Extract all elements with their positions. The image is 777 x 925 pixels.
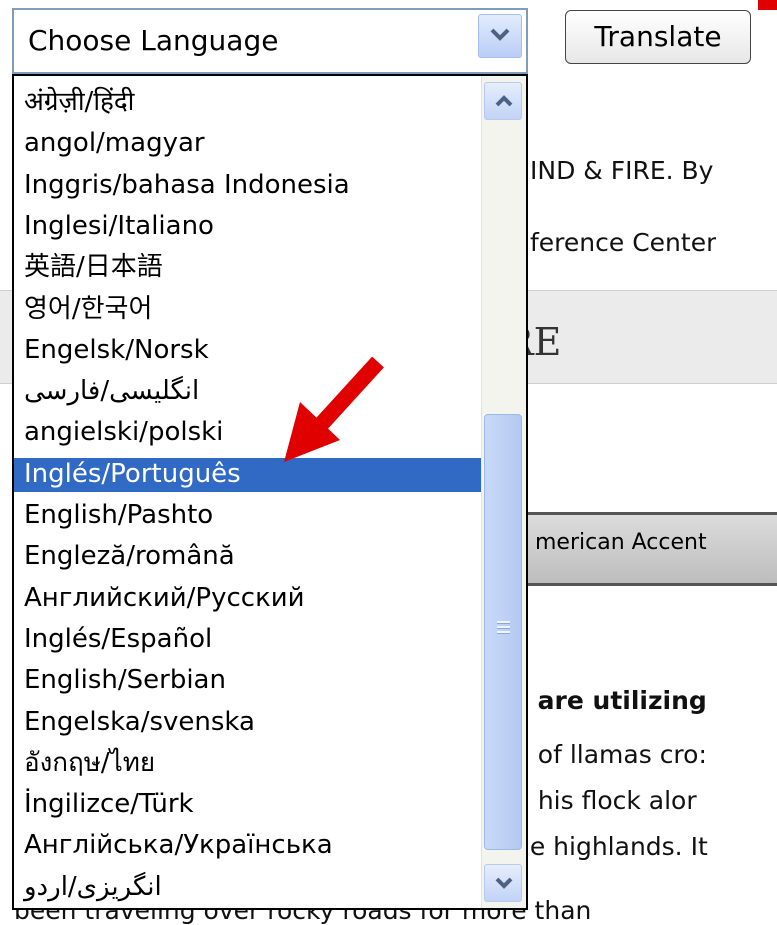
language-option[interactable]: Inglesi/Italiano: [14, 210, 484, 244]
language-option[interactable]: Inglés/Português: [14, 458, 484, 492]
page-text-line: IND & FIRE. By: [530, 156, 714, 185]
language-option[interactable]: 英語/日本語: [14, 251, 484, 285]
language-option[interactable]: انگلیسی/فارسی: [14, 375, 484, 409]
language-option[interactable]: angol/magyar: [14, 127, 484, 161]
language-option[interactable]: İngilizce/Türk: [14, 788, 484, 822]
language-option[interactable]: अंग्रेज़ी/हिंदी: [14, 86, 484, 120]
page-body-line: he highlands. It: [514, 832, 708, 861]
language-option[interactable]: Engelska/svenska: [14, 706, 484, 740]
page-bold-text: e are utilizing: [512, 686, 707, 715]
language-select-value: Choose Language: [28, 24, 279, 57]
language-option[interactable]: Английский/Русский: [14, 582, 484, 616]
language-option[interactable]: English/Pashto: [14, 499, 484, 533]
language-dropdown-list[interactable]: अंग्रेज़ी/हिंदी angol/magyar Inggris/bahas…: [12, 74, 528, 910]
translate-button[interactable]: Translate: [565, 10, 751, 64]
language-option[interactable]: Engleză/română: [14, 540, 484, 574]
grip-icon: [497, 621, 510, 635]
page-body-line: n of llamas cro:: [514, 740, 707, 769]
red-arrow-icon: [284, 356, 384, 462]
language-option[interactable]: انگریزی/اردو: [14, 871, 484, 905]
language-option[interactable]: Engelsk/Norsk: [14, 334, 484, 368]
page-text-line: ference Center: [530, 228, 717, 257]
language-option[interactable]: 영어/한국어: [14, 293, 484, 327]
language-select[interactable]: Choose Language: [12, 8, 528, 74]
chevron-up-icon[interactable]: [484, 82, 522, 120]
language-option[interactable]: English/Serbian: [14, 664, 484, 698]
language-option[interactable]: Inglés/Español: [14, 623, 484, 657]
chevron-down-icon[interactable]: [484, 864, 522, 902]
accent-link[interactable]: merican Accent: [535, 530, 707, 555]
language-option[interactable]: Inggris/bahasa Indonesia: [14, 169, 484, 203]
scrollbar[interactable]: [481, 76, 526, 908]
chevron-down-icon[interactable]: [478, 14, 522, 58]
language-option[interactable]: อังกฤษ/ไทย: [14, 747, 484, 781]
red-arrow-icon: [758, 0, 777, 10]
page-body-line: g his flock alor: [514, 786, 697, 815]
language-option[interactable]: Англійська/Українська: [14, 829, 484, 863]
language-option[interactable]: angielski/polski: [14, 416, 484, 450]
scroll-thumb[interactable]: [484, 414, 522, 850]
